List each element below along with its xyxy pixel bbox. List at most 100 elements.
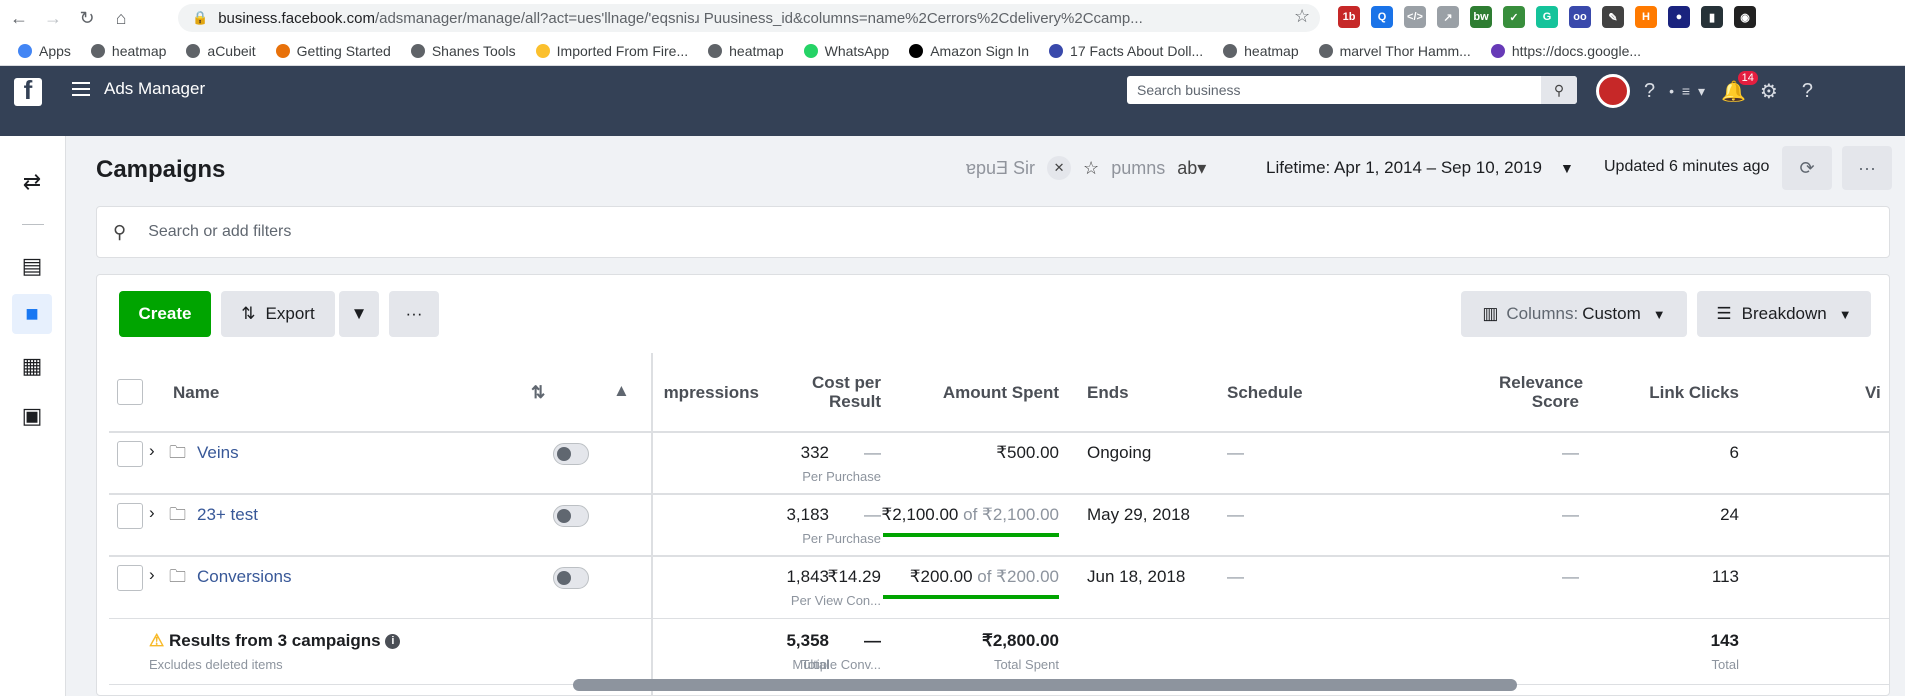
settings-gear-icon[interactable]: ⚙	[1760, 79, 1778, 104]
ends-cell: Ongoing	[1087, 443, 1152, 462]
ads-reporting-icon[interactable]: ▤	[18, 252, 46, 280]
reload-icon[interactable]: ↻	[72, 3, 102, 33]
info-icon[interactable]: i	[385, 634, 401, 650]
bookmark-item[interactable]: Imported From Fire...	[535, 43, 688, 59]
close-chip-icon[interactable]: ✕	[1047, 156, 1072, 180]
extension-icon[interactable]: ◉	[1734, 6, 1756, 28]
avatar[interactable]	[1596, 74, 1630, 108]
spend-progress-bar	[883, 533, 1059, 537]
bookmark-item[interactable]: 17 Facts About Doll...	[1049, 43, 1203, 59]
bookmark-item[interactable]: Shanes Tools	[410, 43, 516, 59]
header-link-clicks[interactable]: Link Clicks	[1629, 383, 1739, 403]
star-icon[interactable]: ☆	[1083, 158, 1099, 179]
table-row[interactable]: › 🗀 Veins 332 — Per Purchase ₹500.00 Ong…	[109, 435, 1889, 495]
bookmark-item[interactable]: marvel Thor Hamm...	[1318, 43, 1471, 59]
totals-label-group: ⚠ Results from 3 campaigns i	[149, 631, 401, 651]
date-range-caret-icon[interactable]: ▼	[1560, 160, 1574, 176]
refresh-button[interactable]: ⟳	[1782, 146, 1832, 190]
select-all-checkbox[interactable]	[117, 379, 143, 405]
export-button[interactable]: ⇅ Export	[221, 291, 335, 337]
header-relevance-score[interactable]: Relevance Score	[1499, 373, 1583, 411]
expand-chevron-icon[interactable]: ›	[149, 503, 155, 523]
extension-icon[interactable]: H	[1635, 6, 1657, 28]
switch-arrows-icon[interactable]: ⇄	[18, 168, 46, 196]
bookmark-favicon-icon	[1049, 43, 1064, 58]
extension-icon[interactable]: </>	[1404, 6, 1426, 28]
notifications-bell-icon[interactable]: 🔔 14	[1721, 70, 1758, 104]
relevance-cell: —	[1562, 567, 1579, 586]
extension-icon[interactable]: ●	[1668, 6, 1690, 28]
extension-icon[interactable]: ✓	[1503, 6, 1525, 28]
link-clicks-cell: 113	[1711, 567, 1739, 586]
hamburger-menu-icon[interactable]	[72, 82, 90, 96]
extension-icon[interactable]: G	[1536, 6, 1558, 28]
bookmark-item[interactable]: heatmap	[90, 43, 166, 59]
horizontal-scrollbar[interactable]	[573, 679, 1517, 691]
extension-icon[interactable]: ✎	[1602, 6, 1624, 28]
header-schedule[interactable]: Schedule	[1227, 383, 1303, 403]
search-business-input[interactable]: Search business ⚲	[1127, 76, 1577, 104]
back-icon[interactable]: ←	[4, 3, 34, 33]
header-cost-per-result[interactable]: Cost per Result	[759, 373, 881, 411]
bookmark-item[interactable]: Apps	[18, 43, 71, 59]
table-row[interactable]: › 🗀 Conversions 1,843 ₹14.29 Per View Co…	[109, 559, 1889, 619]
campaigns-folder-icon[interactable]: ■	[12, 294, 52, 334]
address-bar[interactable]: 🔒 business.facebook.com /adsmanager/mana…	[178, 4, 1320, 32]
extension-icon[interactable]: oo	[1569, 6, 1591, 28]
row-checkbox[interactable]	[117, 503, 143, 529]
help-icon[interactable]: ?	[1802, 80, 1813, 103]
bookmark-label: aCubeit	[207, 42, 256, 59]
extension-icon[interactable]: 1b	[1338, 6, 1360, 28]
search-filters-input[interactable]: ⚲ Search or add filters	[96, 206, 1890, 258]
help-question-icon[interactable]: ?	[1644, 80, 1655, 103]
search-icon[interactable]: ⚲	[1541, 76, 1577, 104]
header-ends[interactable]: Ends	[1087, 383, 1129, 403]
campaign-toggle[interactable]	[553, 505, 589, 527]
bookmark-item[interactable]: heatmap	[1223, 43, 1299, 59]
facebook-logo-icon[interactable]: f	[14, 78, 42, 106]
sort-arrows-icon[interactable]: ⇅	[531, 383, 545, 403]
dashboard-grid-icon[interactable]: ▦	[18, 352, 46, 380]
table-row[interactable]: › 🗀 23+ test 3,183 — Per Purchase ₹2,100…	[109, 497, 1889, 557]
bookmark-item[interactable]: heatmap	[708, 43, 784, 59]
bookmark-item[interactable]: https://docs.google...	[1490, 43, 1641, 59]
forward-icon[interactable]: →	[38, 3, 68, 33]
row-checkbox[interactable]	[117, 565, 143, 591]
expand-chevron-icon[interactable]: ›	[149, 565, 155, 585]
breakdown-dropdown[interactable]: ☰ Breakdown ▼	[1697, 291, 1871, 337]
bookmark-star-icon[interactable]: ☆	[1294, 6, 1310, 27]
folder-icon: 🗀	[169, 567, 186, 586]
header-next-column[interactable]: Vi	[1865, 383, 1881, 403]
bookmark-item[interactable]: WhatsApp	[803, 43, 889, 59]
row-checkbox[interactable]	[117, 441, 143, 467]
bookmark-item[interactable]: Amazon Sign In	[909, 43, 1029, 59]
bookmark-item[interactable]: aCubeit	[186, 42, 256, 59]
header-amount-spent[interactable]: Amount Spent	[909, 383, 1059, 403]
home-icon[interactable]: ⌂	[106, 3, 136, 33]
campaign-name-link[interactable]: Conversions	[197, 567, 292, 587]
extension-icon[interactable]: Q	[1371, 6, 1393, 28]
columns-dropdown[interactable]: ▥ Columns: Custom ▼	[1461, 291, 1687, 337]
totals-link-clicks: 143	[1710, 631, 1739, 650]
toolbar-more-button[interactable]: ···	[389, 291, 439, 337]
extension-icon[interactable]: bw	[1470, 6, 1492, 28]
media-library-icon[interactable]: ▣	[18, 402, 46, 430]
campaign-toggle[interactable]	[553, 443, 589, 465]
filter-chip-label: ɐpuƎ Sir	[966, 157, 1036, 178]
expand-chevron-icon[interactable]: ›	[149, 441, 155, 461]
account-switcher-icon[interactable]: • ≡ ▾	[1669, 83, 1707, 100]
left-navigation-rail: ⇄ ▤ ■ ▦ ▣	[0, 136, 66, 696]
more-options-button[interactable]: ···	[1842, 146, 1892, 190]
campaign-name-link[interactable]: Veins	[197, 443, 239, 463]
extension-icon[interactable]: ▮	[1701, 6, 1723, 28]
columns-prefix: Columns:	[1506, 304, 1579, 323]
export-dropdown-button[interactable]: ▼	[339, 291, 379, 337]
extension-icon[interactable]: ↗	[1437, 6, 1459, 28]
campaign-toggle[interactable]	[553, 567, 589, 589]
bookmark-item[interactable]: Getting Started	[275, 43, 391, 59]
header-name[interactable]: Name	[173, 383, 219, 403]
create-button[interactable]: Create	[119, 291, 211, 337]
campaign-name-link[interactable]: 23+ test	[197, 505, 258, 525]
date-range-picker[interactable]: Lifetime: Apr 1, 2014 – Sep 10, 2019	[1266, 158, 1542, 178]
header-impressions[interactable]: mpressions	[649, 383, 759, 403]
